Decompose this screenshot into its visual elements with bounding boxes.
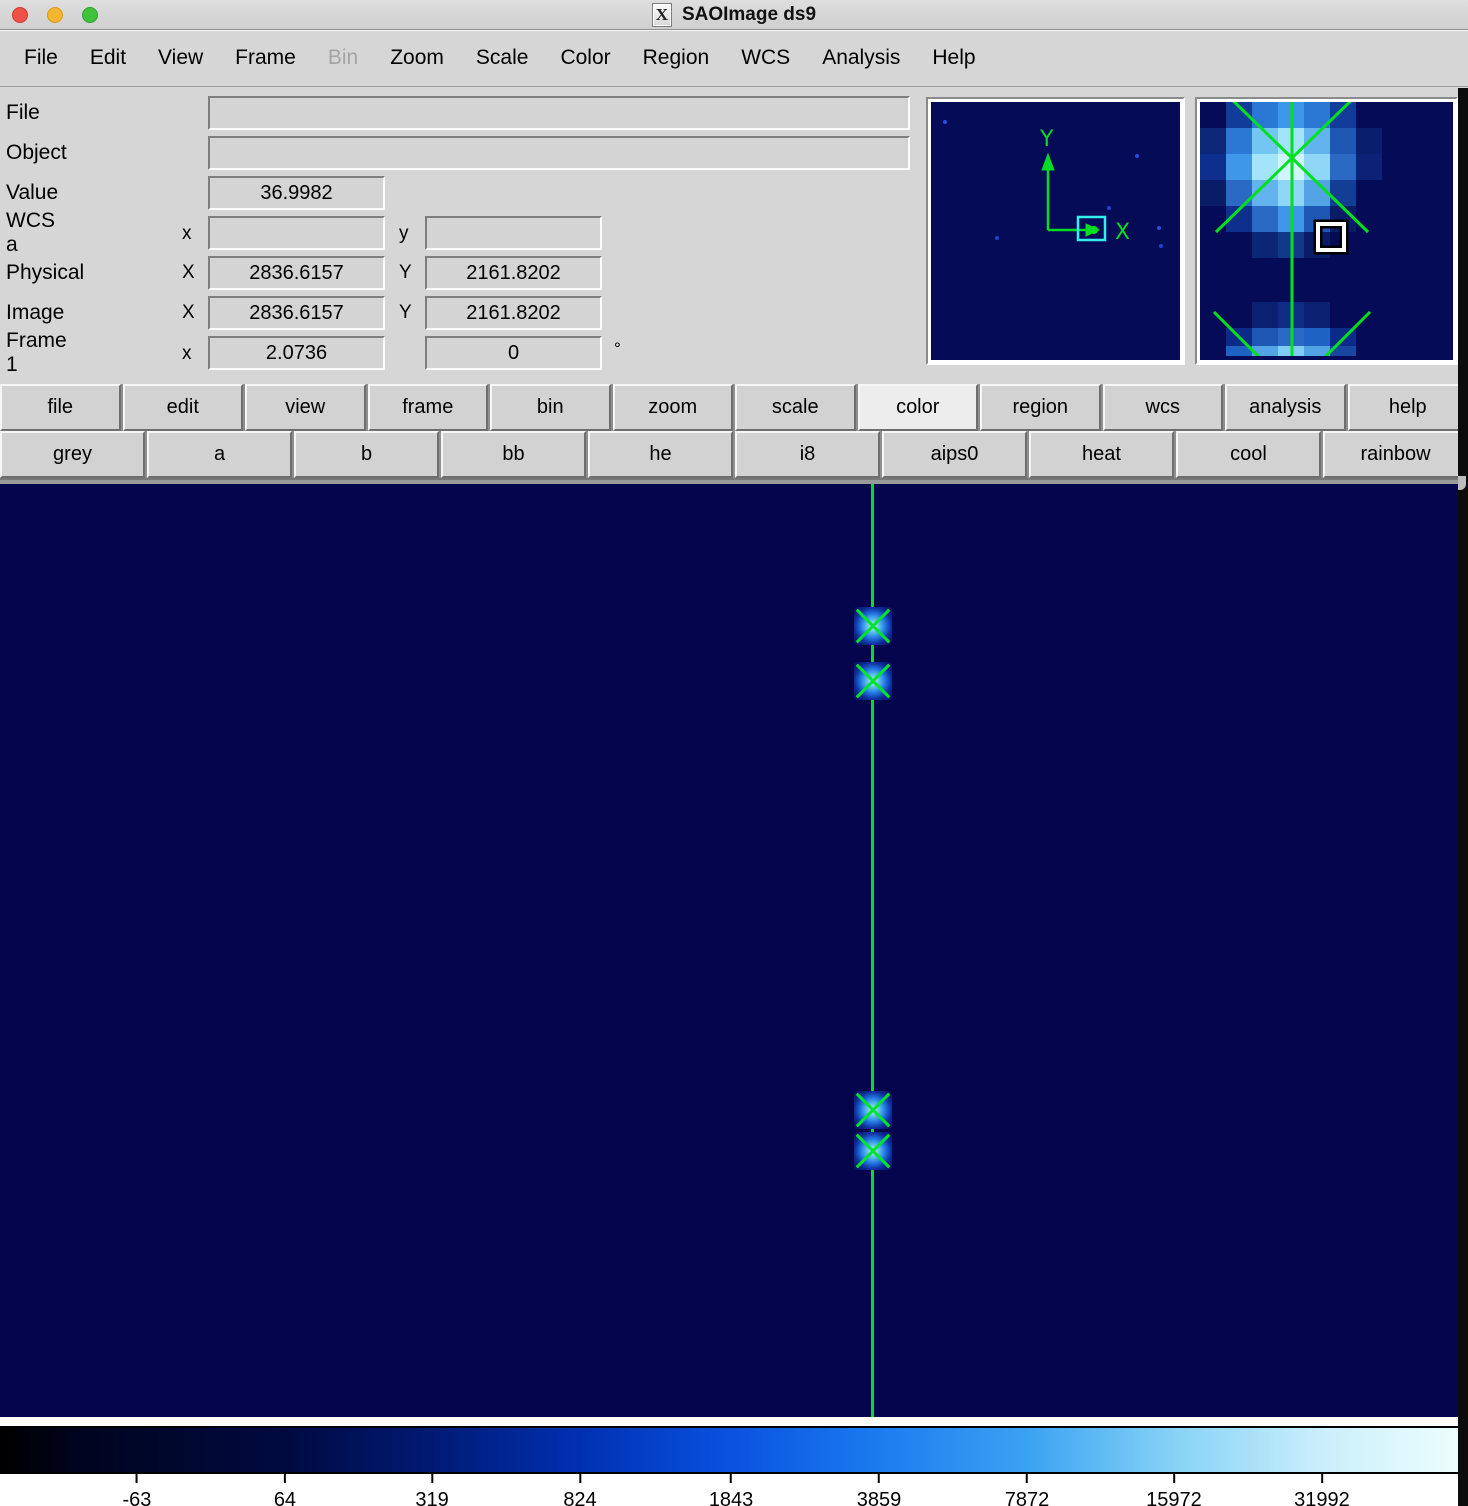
colormap-he-button[interactable]: he: [588, 431, 733, 478]
menu-color[interactable]: Color: [544, 46, 626, 70]
menu-bin: Bin: [312, 46, 374, 70]
toolbar-analysis-button[interactable]: analysis: [1225, 384, 1346, 431]
colormap-a-button[interactable]: a: [147, 431, 292, 478]
colormap-grey-button[interactable]: grey: [0, 431, 145, 478]
object-field[interactable]: [208, 136, 910, 170]
image-viewport[interactable]: [0, 480, 1468, 1417]
toolbar-scale-button[interactable]: scale: [735, 384, 856, 431]
frame-label: Frame 1: [6, 329, 67, 377]
colorbar-panel: -63 64 319 824 1843 3859 7872 15972 3199…: [0, 1417, 1468, 1506]
menu-region[interactable]: Region: [627, 46, 726, 70]
wcs-x-label: x: [182, 223, 192, 245]
panner[interactable]: Y X: [926, 97, 1185, 365]
magnifier-canvas: [1200, 102, 1453, 356]
star-marker: [850, 1087, 896, 1133]
toolbar-zoom-button[interactable]: zoom: [613, 384, 734, 431]
colormap-rainbow-button[interactable]: rainbow: [1323, 431, 1468, 478]
image-x-field[interactable]: 2836.6157: [208, 296, 385, 330]
toolbar-help-button[interactable]: help: [1348, 384, 1468, 431]
toolbar-color-button[interactable]: color: [858, 384, 979, 431]
panner-canvas: Y X: [931, 102, 1180, 356]
star-marker: [850, 1128, 896, 1174]
file-label: File: [6, 101, 40, 125]
window-title: SAOImage ds9: [682, 4, 816, 26]
image-y-field[interactable]: 2161.8202: [425, 296, 602, 330]
wcs-label: WCS a: [6, 209, 55, 257]
toolbar-edit-button[interactable]: edit: [123, 384, 244, 431]
colormap-b-button[interactable]: b: [294, 431, 439, 478]
colorbar-tick: 64: [274, 1474, 296, 1506]
colormap-heat-button[interactable]: heat: [1029, 431, 1174, 478]
star-marker: [850, 603, 896, 649]
menu-view[interactable]: View: [142, 46, 219, 70]
frame-rotation-field[interactable]: 0: [425, 336, 602, 370]
colormap-i8-button[interactable]: i8: [735, 431, 880, 478]
colormap-cool-button[interactable]: cool: [1176, 431, 1321, 478]
menu-scale[interactable]: Scale: [460, 46, 545, 70]
ds9-window: X SAOImage ds9 File Edit View Frame Bin …: [0, 0, 1468, 1506]
degree-symbol: °: [614, 339, 621, 359]
colorbar-tick: 3859: [857, 1474, 902, 1506]
colormap-aips0-button[interactable]: aips0: [882, 431, 1027, 478]
physical-y-label: Y: [399, 262, 412, 284]
menu-zoom[interactable]: Zoom: [374, 46, 460, 70]
colorbar-gradient[interactable]: [0, 1426, 1468, 1474]
colorbar-tick: 824: [563, 1474, 596, 1506]
info-panel: File Object Value 36.9982 WCS a x y Phys…: [0, 87, 1468, 384]
colormap-bar: grey a b bb he i8 aips0 heat cool rainbo…: [0, 431, 1468, 480]
magnifier[interactable]: [1195, 97, 1458, 365]
toolbar: file edit view frame bin zoom scale colo…: [0, 384, 1468, 431]
menu-frame[interactable]: Frame: [219, 46, 312, 70]
wcs-x-field[interactable]: [208, 216, 385, 250]
colorbar-tick: 7872: [1005, 1474, 1050, 1506]
title-bar: X SAOImage ds9: [0, 0, 1468, 30]
physical-x-field[interactable]: 2836.6157: [208, 256, 385, 290]
menu-file[interactable]: File: [8, 46, 74, 70]
colormap-bb-button[interactable]: bb: [441, 431, 586, 478]
wcs-y-label: y: [399, 223, 409, 245]
value-label: Value: [6, 181, 58, 205]
panner-y-axis-label: Y: [1039, 127, 1054, 152]
toolbar-file-button[interactable]: file: [0, 384, 121, 431]
value-field[interactable]: 36.9982: [208, 176, 385, 210]
star-marker: [850, 658, 896, 704]
frame-zoom-field[interactable]: 2.0736: [208, 336, 385, 370]
wcs-y-field[interactable]: [425, 216, 602, 250]
toolbar-wcs-button[interactable]: wcs: [1103, 384, 1224, 431]
image-label: Image: [6, 301, 64, 325]
menu-wcs[interactable]: WCS: [725, 46, 806, 70]
image-y-label: Y: [399, 302, 412, 324]
menu-help[interactable]: Help: [916, 46, 991, 70]
x11-app-icon: X: [652, 3, 672, 27]
frame-x-label: x: [182, 343, 192, 365]
object-label: Object: [6, 141, 67, 165]
physical-y-field[interactable]: 2161.8202: [425, 256, 602, 290]
menu-analysis[interactable]: Analysis: [806, 46, 916, 70]
menu-edit[interactable]: Edit: [74, 46, 142, 70]
toolbar-frame-button[interactable]: frame: [368, 384, 489, 431]
colorbar-tick: -63: [123, 1474, 152, 1506]
physical-label: Physical: [6, 261, 84, 285]
colorbar-tick: 31992: [1294, 1474, 1350, 1506]
colorbar-tick: 1843: [709, 1474, 754, 1506]
panner-x-axis-label: X: [1115, 220, 1130, 245]
toolbar-bin-button[interactable]: bin: [490, 384, 611, 431]
toolbar-view-button[interactable]: view: [245, 384, 366, 431]
image-x-label: X: [182, 302, 195, 324]
file-field[interactable]: [208, 96, 910, 130]
colorbar-tick: 319: [415, 1474, 448, 1506]
screen-edge-strip: [1458, 88, 1468, 1506]
colorbar-tick: 15972: [1146, 1474, 1202, 1506]
menu-bar: File Edit View Frame Bin Zoom Scale Colo…: [0, 30, 1468, 87]
toolbar-region-button[interactable]: region: [980, 384, 1101, 431]
physical-x-label: X: [182, 262, 195, 284]
